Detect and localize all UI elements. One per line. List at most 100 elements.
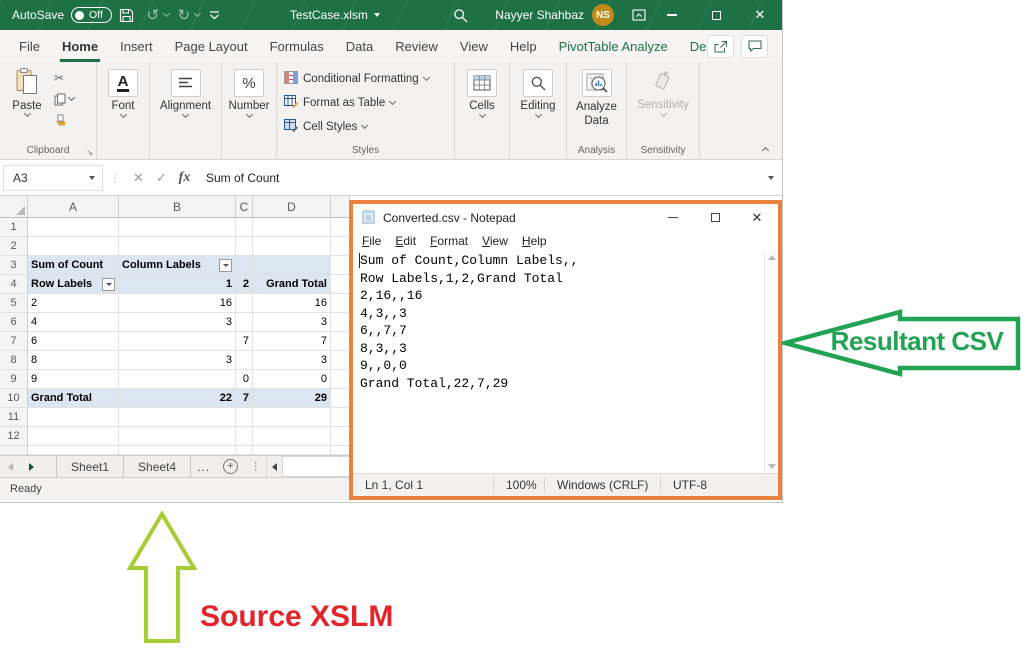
new-sheet-icon[interactable]: + (223, 459, 238, 474)
cell-b9[interactable] (119, 370, 236, 389)
notepad-minimize-button[interactable] (652, 204, 694, 231)
cell-a1[interactable] (28, 218, 119, 237)
notepad-maximize-button[interactable] (694, 204, 736, 231)
menu-help[interactable]: Help (515, 234, 554, 248)
cell-a11[interactable] (28, 408, 119, 427)
sheet-nav-right-icon[interactable] (29, 463, 34, 471)
tab-home[interactable]: Home (51, 30, 109, 62)
cell-a7[interactable]: 6 (28, 332, 119, 351)
cell-a6[interactable]: 4 (28, 313, 119, 332)
cell-b11[interactable] (119, 408, 236, 427)
comment-button[interactable] (741, 35, 768, 58)
cell-c6[interactable] (236, 313, 253, 332)
paste-button[interactable]: Paste (0, 62, 54, 143)
cancel-icon[interactable]: ✕ (127, 170, 150, 186)
cell-b2[interactable] (119, 237, 236, 256)
formula-input[interactable]: Sum of Count (196, 171, 768, 185)
format-as-table-button[interactable]: Format as Table (277, 92, 454, 114)
menu-file[interactable]: File (355, 234, 388, 248)
notepad-close-button[interactable]: ✕ (736, 204, 778, 231)
notepad-scrollbar[interactable] (764, 251, 778, 473)
cell-a5[interactable]: 2 (28, 294, 119, 313)
cell-d2[interactable] (253, 237, 331, 256)
cell-b12[interactable] (119, 427, 236, 446)
copy-button[interactable] (54, 92, 74, 106)
row-header[interactable]: 3 (0, 256, 28, 275)
cell-a12[interactable] (28, 427, 119, 446)
cell-b4[interactable]: 1 (119, 275, 236, 294)
cell-b8[interactable]: 3 (119, 351, 236, 370)
row-header[interactable]: 9 (0, 370, 28, 389)
row-header[interactable]: 5 (0, 294, 28, 313)
cell-d10[interactable]: 29 (253, 389, 331, 408)
cell-a2[interactable] (28, 237, 119, 256)
cell-d7[interactable]: 7 (253, 332, 331, 351)
tab-insert[interactable]: Insert (109, 30, 164, 62)
cell-a9[interactable]: 9 (28, 370, 119, 389)
user-name[interactable]: Nayyer Shahbaz (495, 8, 584, 22)
sheet-tab-sheet1[interactable]: Sheet1 (56, 456, 124, 477)
cell-c7[interactable]: 7 (236, 332, 253, 351)
tab-file[interactable]: File (8, 30, 51, 62)
cell-d6[interactable]: 3 (253, 313, 331, 332)
cell-d9[interactable]: 0 (253, 370, 331, 389)
undo-icon[interactable]: ↺ (142, 4, 164, 26)
scrollbar-thumb[interactable] (282, 456, 354, 477)
sheet-nav-left-icon[interactable] (8, 463, 13, 471)
row-header[interactable]: 1 (0, 218, 28, 237)
sheet-tab-sheet4[interactable]: Sheet4 (124, 456, 191, 477)
analyze-data-button[interactable]: Analyze Data (567, 62, 626, 143)
cut-button[interactable]: ✂ (54, 71, 64, 85)
menu-view[interactable]: View (475, 234, 515, 248)
cell-a8[interactable]: 8 (28, 351, 119, 370)
row-header[interactable]: 12 (0, 427, 28, 446)
font-button[interactable]: A Font (97, 62, 149, 159)
cell-b7[interactable] (119, 332, 236, 351)
column-header-partial[interactable] (331, 196, 350, 218)
collapse-ribbon-icon[interactable] (762, 147, 769, 154)
avatar[interactable]: NS (592, 4, 614, 26)
cell-b6[interactable]: 3 (119, 313, 236, 332)
tab-data[interactable]: Data (335, 30, 384, 62)
workbook-title[interactable]: TestCase.xlsm (290, 8, 380, 22)
tab-review[interactable]: Review (384, 30, 449, 62)
column-header-a[interactable]: A (28, 196, 119, 218)
save-icon[interactable] (116, 4, 138, 26)
undo-dropdown-icon[interactable] (163, 10, 170, 17)
tab-page-layout[interactable]: Page Layout (164, 30, 259, 62)
cell-d1[interactable] (253, 218, 331, 237)
scroll-up-icon[interactable] (768, 255, 776, 260)
filter-dropdown-button[interactable] (102, 278, 115, 291)
cell-b1[interactable] (119, 218, 236, 237)
column-header-d[interactable]: D (253, 196, 331, 218)
cell-d12[interactable] (253, 427, 331, 446)
tab-help[interactable]: Help (499, 30, 548, 62)
editing-button[interactable]: Editing (510, 62, 566, 159)
cell-a10[interactable]: Grand Total (28, 389, 119, 408)
insert-function-icon[interactable]: fx (173, 170, 196, 186)
cell-d8[interactable]: 3 (253, 351, 331, 370)
cell-d11[interactable] (253, 408, 331, 427)
cell-c11[interactable] (236, 408, 253, 427)
cell-c10[interactable]: 7 (236, 389, 253, 408)
row-header[interactable]: 2 (0, 237, 28, 256)
cell-b3[interactable]: Column Labels (119, 256, 236, 275)
name-box[interactable]: A3 (3, 165, 103, 191)
column-header-c[interactable]: C (236, 196, 253, 218)
row-header[interactable]: 10 (0, 389, 28, 408)
scroll-down-icon[interactable] (768, 464, 776, 469)
notepad-title-bar[interactable]: Converted.csv - Notepad ✕ (353, 204, 778, 231)
scroll-left-icon[interactable] (266, 456, 282, 477)
autosave-toggle[interactable]: Off (71, 7, 112, 23)
redo-dropdown-icon[interactable] (194, 10, 201, 17)
row-header[interactable]: 4 (0, 275, 28, 294)
cell-c1[interactable] (236, 218, 253, 237)
cell-c8[interactable] (236, 351, 253, 370)
formula-bar-expand-icon[interactable] (768, 176, 774, 180)
redo-icon[interactable]: ↻ (173, 4, 195, 26)
row-header[interactable]: 8 (0, 351, 28, 370)
tab-formulas[interactable]: Formulas (259, 30, 335, 62)
ribbon-display-options-icon[interactable] (628, 4, 650, 26)
cell-c4[interactable]: 2 (236, 275, 253, 294)
row-header[interactable]: 6 (0, 313, 28, 332)
